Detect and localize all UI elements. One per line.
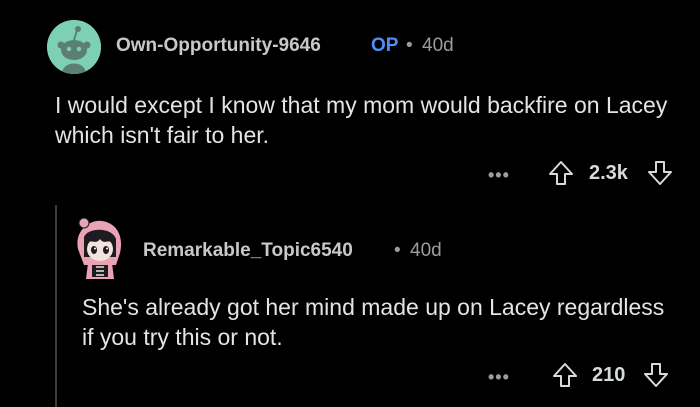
upvote-icon[interactable] bbox=[547, 159, 575, 187]
more-options-icon[interactable]: ••• bbox=[488, 165, 510, 186]
comment-body: I would except I know that my mom would … bbox=[55, 92, 668, 148]
upvote-icon[interactable] bbox=[551, 361, 579, 389]
comment-age: 40d bbox=[422, 35, 454, 56]
op-badge: OP bbox=[371, 35, 399, 56]
meta-separator: • bbox=[394, 240, 401, 261]
meta-separator: • bbox=[406, 35, 413, 56]
user-avatar-snoo-icon[interactable] bbox=[47, 20, 101, 74]
thread-line[interactable] bbox=[55, 205, 57, 407]
comment-body: She's already got her mind made up on La… bbox=[82, 294, 665, 350]
downvote-icon[interactable] bbox=[642, 361, 670, 389]
more-options-icon[interactable]: ••• bbox=[488, 367, 510, 388]
user-avatar-anime-icon[interactable] bbox=[70, 215, 130, 279]
vote-score: 2.3k bbox=[589, 162, 628, 184]
vote-score: 210 bbox=[592, 364, 626, 386]
comment-author[interactable]: Own-Opportunity-9646 bbox=[116, 35, 321, 57]
comment-author[interactable]: Remarkable_Topic6540 bbox=[143, 240, 353, 262]
downvote-icon[interactable] bbox=[646, 159, 674, 187]
comment-age: 40d bbox=[410, 240, 442, 261]
